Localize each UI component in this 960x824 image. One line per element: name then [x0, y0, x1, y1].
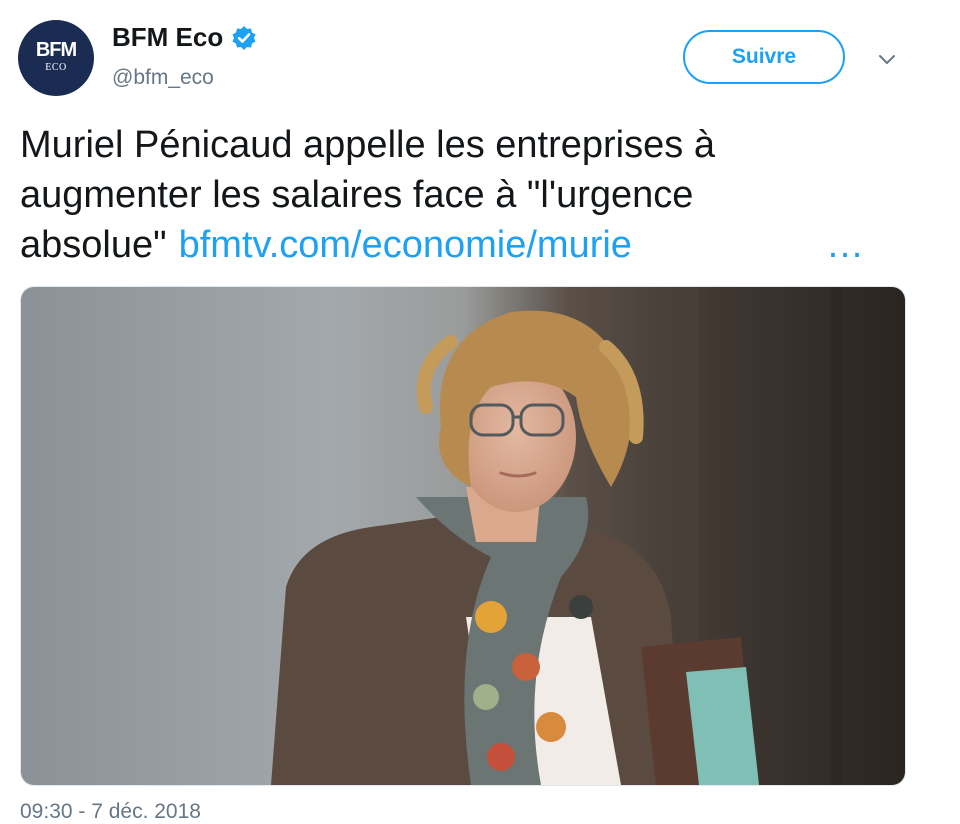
display-name[interactable]: BFM Eco: [112, 22, 223, 53]
account-handle[interactable]: @bfm_eco: [112, 66, 214, 90]
avatar-logo-text: BFM: [35, 39, 77, 61]
chevron-down-icon[interactable]: [874, 46, 900, 72]
verified-badge-icon: [231, 25, 257, 51]
tweet-link[interactable]: bfmtv.com/economie/murie: [179, 224, 632, 266]
follow-button[interactable]: Suivre: [683, 30, 845, 84]
avatar-logo-subtext: ECO: [45, 62, 67, 73]
tweet-timestamp[interactable]: 09:30 - 7 déc. 2018: [20, 800, 201, 824]
account-avatar[interactable]: BFM ECO: [18, 20, 94, 96]
tweet-media-photo[interactable]: [20, 286, 906, 786]
tweet-text: Muriel Pénicaud appelle les entreprises …: [20, 120, 880, 270]
link-ellipsis: …: [826, 224, 866, 266]
account-name-row: BFM Eco: [112, 22, 257, 53]
